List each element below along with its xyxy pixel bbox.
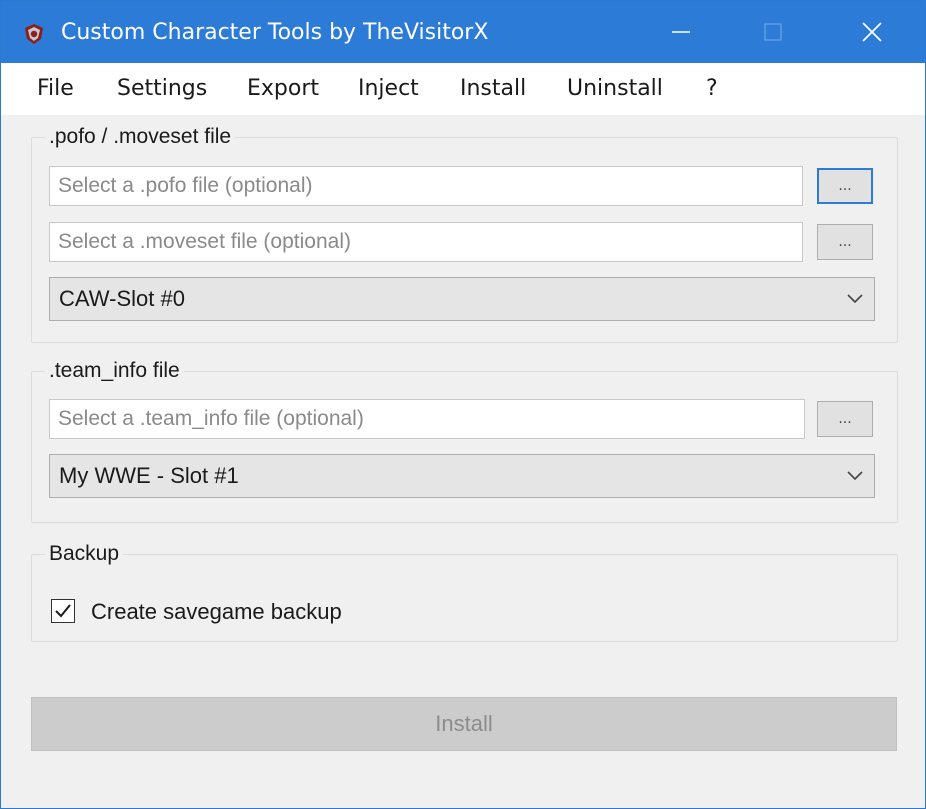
menu-install[interactable]: Install bbox=[460, 76, 526, 102]
team-info-group bbox=[31, 371, 898, 523]
team-info-file-input[interactable]: Select a .team_info file (optional) bbox=[49, 399, 805, 439]
backup-checkbox-label[interactable]: Create savegame backup bbox=[91, 599, 342, 625]
menu-settings[interactable]: Settings bbox=[117, 76, 207, 102]
window-title: Custom Character Tools by TheVisitorX bbox=[61, 20, 489, 45]
title-bar[interactable]: Custom Character Tools by TheVisitorX bbox=[1, 1, 925, 63]
team-info-legend: .team_info file bbox=[45, 359, 184, 383]
chevron-down-icon bbox=[847, 471, 863, 481]
install-button[interactable]: Install bbox=[31, 697, 897, 751]
pofo-moveset-legend: .pofo / .moveset file bbox=[45, 125, 236, 149]
menu-inject[interactable]: Inject bbox=[358, 76, 419, 102]
minimize-icon bbox=[672, 31, 690, 33]
pofo-file-input[interactable]: Select a .pofo file (optional) bbox=[49, 166, 803, 206]
menu-uninstall[interactable]: Uninstall bbox=[567, 76, 663, 102]
close-button[interactable] bbox=[819, 1, 925, 63]
maximize-button[interactable] bbox=[727, 1, 819, 63]
caw-slot-dropdown[interactable]: CAW-Slot #0 bbox=[49, 277, 875, 321]
close-icon bbox=[862, 22, 882, 42]
browse-moveset-button[interactable]: ... bbox=[817, 224, 873, 260]
menu-bar: File Settings Export Inject Install Unin… bbox=[1, 63, 925, 115]
wwe-slot-selected: My WWE - Slot #1 bbox=[59, 463, 239, 488]
browse-team-info-button[interactable]: ... bbox=[817, 401, 873, 437]
caw-slot-selected: CAW-Slot #0 bbox=[59, 286, 185, 311]
backup-checkbox[interactable] bbox=[51, 599, 75, 623]
menu-help[interactable]: ? bbox=[706, 76, 718, 102]
maximize-icon bbox=[764, 23, 782, 41]
app-window: Custom Character Tools by TheVisitorX Fi… bbox=[0, 0, 926, 809]
menu-file[interactable]: File bbox=[37, 76, 74, 102]
minimize-button[interactable] bbox=[635, 1, 727, 63]
checkmark-icon bbox=[55, 604, 71, 618]
menu-export[interactable]: Export bbox=[247, 76, 319, 102]
browse-pofo-button[interactable]: ... bbox=[817, 168, 873, 204]
backup-group bbox=[31, 554, 898, 642]
backup-legend: Backup bbox=[45, 542, 124, 566]
app-logo-icon bbox=[23, 23, 45, 45]
wwe-slot-dropdown[interactable]: My WWE - Slot #1 bbox=[49, 454, 875, 498]
moveset-file-input[interactable]: Select a .moveset file (optional) bbox=[49, 222, 803, 262]
chevron-down-icon bbox=[847, 294, 863, 304]
